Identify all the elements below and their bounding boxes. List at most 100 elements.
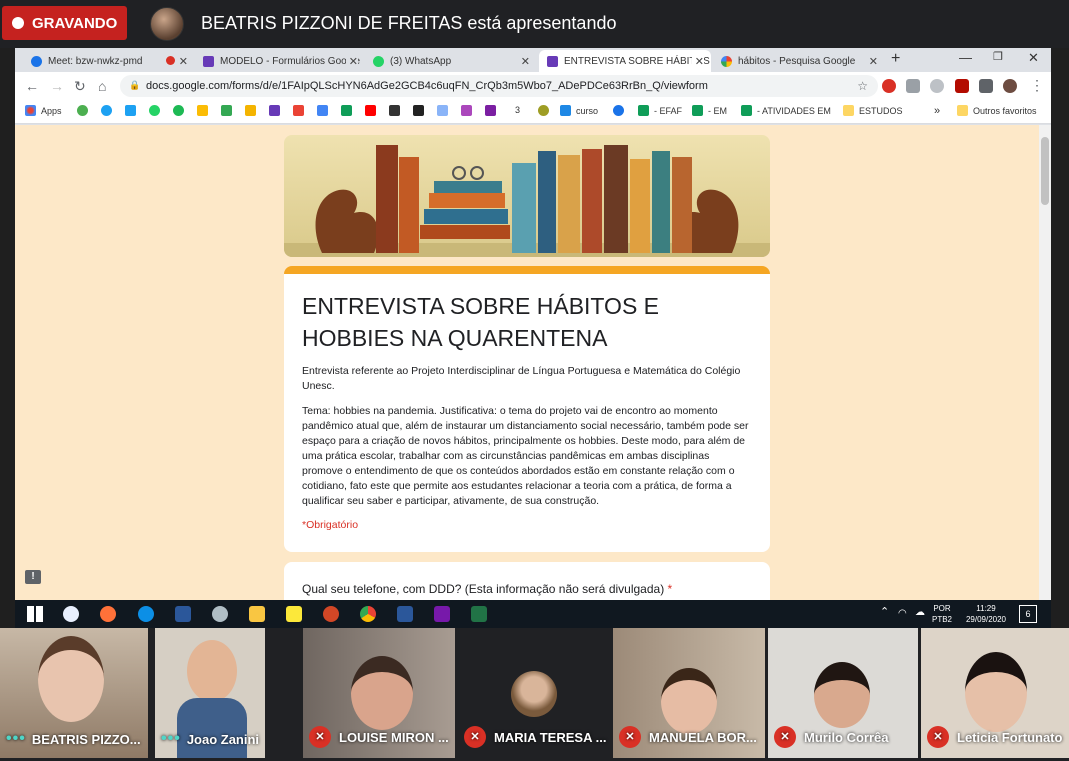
extension-icon[interactable] bbox=[906, 79, 920, 93]
profile-avatar[interactable] bbox=[1003, 79, 1017, 93]
close-icon[interactable]: ✕ bbox=[869, 55, 878, 68]
word-icon[interactable] bbox=[397, 606, 413, 622]
bookmark-3[interactable]: 3 bbox=[515, 105, 520, 115]
powerpoint-icon[interactable] bbox=[323, 606, 339, 622]
participant-video bbox=[351, 656, 413, 730]
tab-whatsapp[interactable]: (3) WhatsApp ✕ bbox=[365, 50, 537, 72]
chevron-up-icon[interactable]: ⌃ bbox=[880, 607, 889, 618]
bookmark-label: ESTUDOS bbox=[859, 105, 903, 116]
photos-icon[interactable] bbox=[197, 105, 208, 116]
restore-icon[interactable]: ❐ bbox=[993, 50, 1003, 63]
close-icon[interactable]: ✕ bbox=[521, 55, 530, 68]
participant-tile[interactable]: ••• BEATRIS PIZZO... bbox=[0, 628, 148, 758]
participant-avatar bbox=[511, 671, 557, 717]
participant-tile[interactable]: ✕ Murilo Corrêa bbox=[768, 628, 918, 758]
participant-name: MARIA TERESA ... bbox=[494, 729, 607, 745]
record-dot-icon bbox=[12, 17, 24, 29]
close-icon[interactable]: ✕ bbox=[179, 55, 188, 68]
bookmarks-overflow[interactable]: » bbox=[934, 105, 940, 117]
omnibox[interactable]: 🔒 docs.google.com/forms/d/e/1FAIpQLScHYN… bbox=[120, 75, 878, 97]
bookmark-em[interactable]: - EM bbox=[692, 105, 727, 116]
bookmark-efaf[interactable]: - EFAF bbox=[638, 105, 682, 116]
bookmark-apps[interactable]: Apps bbox=[25, 105, 62, 116]
youtube-icon[interactable] bbox=[365, 105, 376, 116]
app-icon[interactable] bbox=[212, 606, 228, 622]
new-tab-button[interactable]: + bbox=[891, 50, 900, 68]
classroom-icon[interactable] bbox=[245, 105, 256, 116]
scrollbar-thumb[interactable] bbox=[1041, 137, 1049, 205]
chrome-icon[interactable] bbox=[360, 606, 376, 622]
participant-tile[interactable]: ✕ Leticia Fortunato bbox=[921, 628, 1069, 758]
notifications-icon[interactable]: 6 bbox=[1019, 605, 1037, 623]
form-header-image bbox=[284, 135, 770, 257]
spotify-icon[interactable] bbox=[173, 105, 184, 116]
tab-modelo[interactable]: MODELO - Formulários Google ✕ bbox=[195, 50, 365, 72]
bookmark-curso[interactable]: curso bbox=[560, 105, 598, 116]
forward-icon[interactable]: → bbox=[50, 78, 64, 94]
question-card: Qual seu telefone, com DDD? (Esta inform… bbox=[284, 562, 770, 600]
participant-name: LOUISE MIRON ... bbox=[339, 729, 449, 745]
home-icon[interactable]: ⌂ bbox=[98, 78, 106, 94]
bookmark-icon[interactable] bbox=[389, 105, 400, 116]
whatsapp-icon[interactable] bbox=[149, 105, 160, 116]
presenter-avatar bbox=[150, 7, 184, 41]
other-bookmarks[interactable]: Outros favoritos bbox=[957, 105, 1037, 116]
clock[interactable]: 11:29 29/09/2020 bbox=[960, 603, 1012, 625]
reload-icon[interactable]: ↻ bbox=[74, 78, 86, 95]
puzzle-icon[interactable] bbox=[979, 79, 993, 93]
page-scrollbar[interactable] bbox=[1039, 125, 1051, 600]
wifi-icon[interactable]: ◠ bbox=[898, 608, 907, 619]
participant-name-row: ✕ Leticia Fortunato bbox=[921, 726, 1069, 748]
tab-title: Meet: bzw-nwkz-pmd bbox=[48, 55, 143, 67]
lock-icon: 🔒 bbox=[129, 80, 141, 90]
app-icon[interactable] bbox=[63, 606, 79, 622]
bookmark-atividades[interactable]: - ATIVIDADES EM bbox=[741, 105, 831, 116]
participant-tile[interactable]: ✕ LOUISE MIRON ... bbox=[303, 628, 455, 758]
bookmark-icon[interactable] bbox=[77, 105, 88, 116]
file-explorer-icon[interactable] bbox=[249, 606, 265, 622]
extension-icon[interactable] bbox=[930, 79, 944, 93]
calculator-icon[interactable] bbox=[175, 606, 191, 622]
bookmark-star-icon[interactable]: ☆ bbox=[857, 79, 868, 93]
back-icon[interactable]: ← bbox=[25, 78, 39, 94]
drive-icon[interactable] bbox=[341, 105, 352, 116]
bookmark-icon[interactable] bbox=[437, 105, 448, 116]
participant-tile[interactable]: ••• Joao Zanini bbox=[155, 628, 265, 758]
acrobat-icon[interactable] bbox=[955, 79, 969, 93]
firefox-icon[interactable] bbox=[100, 606, 116, 622]
bookmark-icon[interactable] bbox=[485, 105, 496, 116]
edge-icon[interactable] bbox=[138, 606, 154, 622]
bookmark-icon[interactable] bbox=[221, 105, 232, 116]
tab-pesquisa[interactable]: hábitos - Pesquisa Google ✕ bbox=[713, 50, 885, 72]
twitter-icon[interactable] bbox=[125, 105, 136, 116]
tab-title: hábitos - Pesquisa Google bbox=[738, 55, 856, 67]
close-icon[interactable]: ✕ bbox=[691, 55, 704, 68]
bookmark-icon[interactable] bbox=[413, 105, 424, 116]
cloud-icon[interactable]: ☁ bbox=[915, 607, 925, 618]
telegram-icon[interactable] bbox=[101, 105, 112, 116]
participant-tile[interactable]: ✕ MANUELA BOR... bbox=[613, 628, 765, 758]
opera-icon[interactable] bbox=[882, 79, 896, 93]
feedback-icon[interactable]: ! bbox=[25, 570, 41, 584]
calendar-icon[interactable] bbox=[317, 105, 328, 116]
close-icon[interactable]: ✕ bbox=[345, 55, 358, 68]
menu-icon[interactable]: ⋮ bbox=[1030, 77, 1044, 94]
excel-icon[interactable] bbox=[471, 606, 487, 622]
onenote-icon[interactable] bbox=[434, 606, 450, 622]
tab-meet[interactable]: Meet: bzw-nwkz-pmd ✕ bbox=[23, 50, 195, 72]
meet-icon bbox=[31, 55, 42, 67]
tab-entrevista[interactable]: ENTREVISTA SOBRE HÁBITOS E ✕ bbox=[539, 50, 711, 72]
bookmark-icon[interactable] bbox=[538, 105, 549, 116]
gmail-icon[interactable] bbox=[293, 105, 304, 116]
bookmark-play[interactable] bbox=[613, 105, 629, 116]
bookmark-icon[interactable] bbox=[461, 105, 472, 116]
participant-tile[interactable]: ✕ MARIA TERESA ... bbox=[458, 628, 610, 758]
sheets-icon bbox=[741, 105, 752, 116]
bookmark-estudos[interactable]: ESTUDOS bbox=[843, 105, 903, 116]
language-indicator[interactable]: POR PTB2 bbox=[932, 603, 952, 625]
forms-icon[interactable] bbox=[269, 105, 280, 116]
minimize-icon[interactable]: — bbox=[959, 50, 972, 65]
windows-start-icon[interactable] bbox=[27, 606, 43, 622]
sticky-notes-icon[interactable] bbox=[286, 606, 302, 622]
close-window-icon[interactable]: ✕ bbox=[1028, 50, 1039, 66]
